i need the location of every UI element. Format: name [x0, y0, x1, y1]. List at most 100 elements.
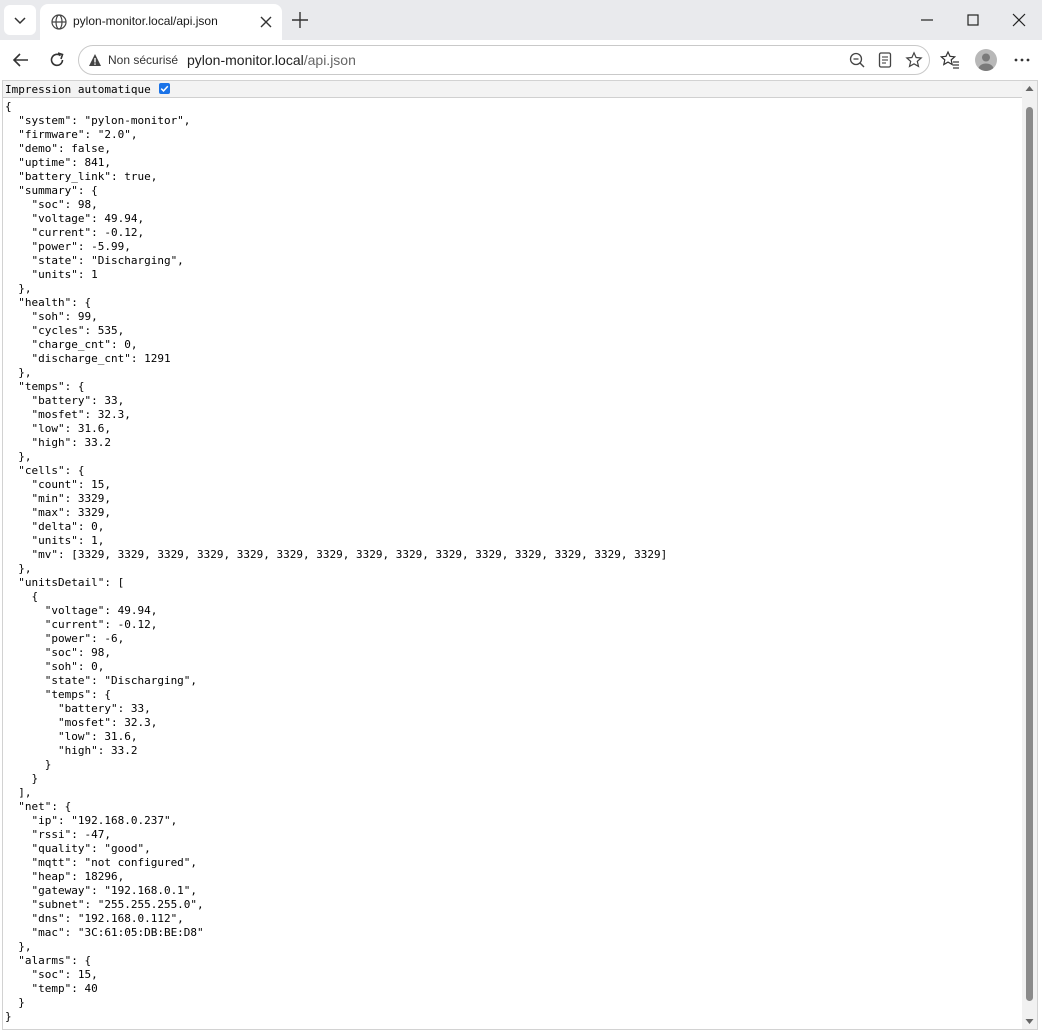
- json-line: "battery": 33,: [31, 394, 125, 407]
- tab-search-button[interactable]: [4, 5, 36, 35]
- json-line: }: [5, 1010, 12, 1023]
- json-line: "mosfet": 32.3,: [31, 408, 131, 421]
- checkmark-icon: [160, 85, 169, 92]
- scrollbar-thumb[interactable]: [1026, 107, 1033, 1001]
- json-line: "mac": "3C:61:05:DB:BE:D8": [31, 926, 204, 939]
- json-line: "soc": 15,: [31, 968, 98, 981]
- url-path: /api.json: [303, 52, 356, 68]
- pretty-print-label: Impression automatique: [5, 83, 151, 96]
- json-line: "voltage": 49.94,: [31, 212, 145, 225]
- globe-icon: [51, 14, 67, 30]
- json-line: "power": -6,: [44, 632, 125, 645]
- page-viewport: Impression automatique { "system": "pylo…: [2, 80, 1038, 1030]
- json-line: "alarms": {: [18, 954, 92, 967]
- not-secure-label[interactable]: Non sécurisé: [108, 52, 178, 68]
- json-line: "temp": 40: [31, 982, 98, 995]
- json-line: "battery_link": true,: [18, 170, 158, 183]
- json-line: "uptime": 841,: [18, 156, 111, 169]
- json-line: "count": 15,: [31, 478, 111, 491]
- scroll-down-icon[interactable]: [1025, 1017, 1034, 1026]
- json-line: "cells": {: [18, 464, 85, 477]
- tab-search-icon: [14, 17, 26, 25]
- address-bar[interactable]: Non sécurisé pylon-monitor.local/api.jso…: [78, 45, 930, 75]
- json-line: "units": 1: [31, 268, 98, 281]
- pretty-print-checkbox[interactable]: [159, 83, 171, 94]
- plus-icon[interactable]: [289, 9, 311, 31]
- json-line: "soc": 98,: [44, 646, 111, 659]
- json-line: "temps": {: [18, 380, 85, 393]
- json-line: "rssi": -47,: [31, 828, 111, 841]
- title-bar: pylon-monitor.local/api.json: [0, 0, 1042, 40]
- json-line: "gateway": "192.168.0.1",: [31, 884, 198, 897]
- json-line: {: [5, 100, 12, 113]
- scroll-up-icon[interactable]: [1025, 84, 1034, 93]
- json-line: "high": 33.2: [31, 436, 111, 449]
- json-line: "dns": "192.168.0.112",: [31, 912, 184, 925]
- json-line: "current": -0.12,: [31, 226, 145, 239]
- json-line: "high": 33.2: [57, 744, 138, 757]
- reader-mode-icon[interactable]: [876, 51, 894, 69]
- url-text[interactable]: pylon-monitor.local/api.json: [187, 51, 356, 69]
- pretty-print-bar: Impression automatique: [3, 81, 1023, 98]
- maximize-icon[interactable]: [964, 11, 982, 29]
- minimize-icon[interactable]: [918, 11, 936, 29]
- warning-icon[interactable]: [88, 53, 102, 67]
- json-line: },: [18, 366, 32, 379]
- json-line: "power": -5.99,: [31, 240, 131, 253]
- json-line: "ip": "192.168.0.237",: [31, 814, 178, 827]
- json-line: "state": "Discharging",: [44, 674, 198, 687]
- json-line: "firmware": "2.0",: [18, 128, 138, 141]
- json-line: "cycles": 535,: [31, 324, 125, 337]
- json-line: "soh": 99,: [31, 310, 98, 323]
- json-line: "mqtt": "not configured",: [31, 856, 198, 869]
- json-line: "mv": [3329, 3329, 3329, 3329, 3329, 332…: [31, 548, 668, 561]
- json-line: ],: [18, 786, 32, 799]
- json-line: "units": 1,: [31, 534, 105, 547]
- json-line: }: [44, 758, 52, 771]
- more-menu-icon[interactable]: [1012, 50, 1032, 70]
- json-line: }: [18, 996, 25, 1009]
- json-line: }: [31, 772, 39, 785]
- json-line: "system": "pylon-monitor",: [18, 114, 191, 127]
- json-line: "battery": 33,: [57, 702, 151, 715]
- json-line: "temps": {: [44, 688, 111, 701]
- json-line: {: [31, 590, 39, 603]
- json-line: "unitsDetail": [: [18, 576, 125, 589]
- json-line: "net": {: [18, 800, 72, 813]
- star-icon[interactable]: [905, 51, 923, 69]
- json-line: },: [18, 282, 32, 295]
- active-tab[interactable]: pylon-monitor.local/api.json: [40, 4, 282, 40]
- json-line: "quality": "good",: [31, 842, 151, 855]
- json-line: "mosfet": 32.3,: [57, 716, 158, 729]
- back-arrow-icon[interactable]: [11, 50, 31, 70]
- json-line: "heap": 18296,: [31, 870, 125, 883]
- json-line: "soc": 98,: [31, 198, 98, 211]
- json-content: { "system": "pylon-monitor", "firmware":…: [5, 100, 667, 1024]
- json-line: "delta": 0,: [31, 520, 105, 533]
- json-line: "low": 31.6,: [57, 730, 138, 743]
- json-line: "summary": {: [18, 184, 98, 197]
- window-close-icon[interactable]: [1010, 11, 1028, 29]
- vertical-scrollbar[interactable]: [1022, 81, 1037, 1029]
- json-line: "health": {: [18, 296, 92, 309]
- json-line: "max": 3329,: [31, 506, 111, 519]
- json-line: "state": "Discharging",: [31, 254, 184, 267]
- navigation-bar: Non sécurisé pylon-monitor.local/api.jso…: [0, 40, 1042, 80]
- user-icon: [978, 53, 994, 71]
- reload-icon[interactable]: [47, 50, 67, 70]
- close-icon[interactable]: [257, 13, 275, 31]
- json-line: "voltage": 49.94,: [44, 604, 158, 617]
- json-line: },: [18, 450, 32, 463]
- json-line: "subnet": "255.255.255.0",: [31, 898, 204, 911]
- favorites-icon[interactable]: [940, 50, 960, 70]
- json-line: "low": 31.6,: [31, 422, 111, 435]
- json-line: },: [18, 940, 32, 953]
- json-line: "soh": 0,: [44, 660, 105, 673]
- json-line: },: [18, 562, 32, 575]
- json-line: "min": 3329,: [31, 492, 111, 505]
- profile-avatar[interactable]: [975, 49, 997, 71]
- url-host: pylon-monitor.local: [187, 52, 304, 68]
- json-line: "demo": false,: [18, 142, 111, 155]
- zoom-out-icon[interactable]: [848, 51, 866, 69]
- json-line: "current": -0.12,: [44, 618, 158, 631]
